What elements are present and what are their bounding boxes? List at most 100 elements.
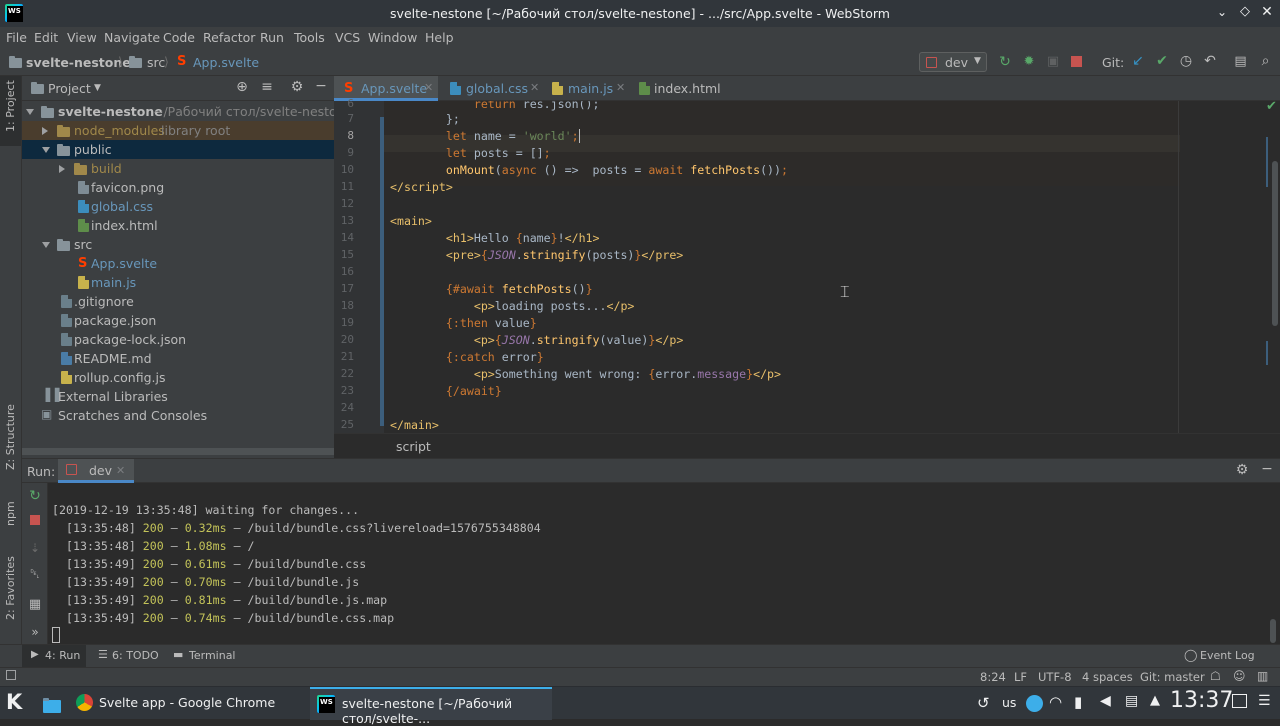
indent-setting[interactable]: 4 spaces xyxy=(1082,670,1133,684)
favorites-tool-label[interactable]: 2: Favorites xyxy=(4,556,17,620)
tree-item-main-js[interactable]: main.js xyxy=(22,273,334,292)
wifi-icon[interactable]: ◠ xyxy=(1049,693,1062,711)
close-tab-icon[interactable]: ✕ xyxy=(116,464,125,477)
battery-icon[interactable]: ▮ xyxy=(1074,693,1082,711)
line-separator[interactable]: LF xyxy=(1014,670,1027,684)
vpn-icon[interactable] xyxy=(1026,695,1043,712)
panel-menu-icon[interactable]: ☰ xyxy=(1258,693,1271,709)
tree-item-package-lock[interactable]: package-lock.json xyxy=(22,330,334,349)
file-manager-icon[interactable] xyxy=(43,698,61,713)
hide-panel-icon[interactable]: − xyxy=(314,78,328,94)
console-scrollbar[interactable] xyxy=(1270,619,1276,643)
file-encoding[interactable]: UTF-8 xyxy=(1038,670,1072,684)
tree-item-rollup-config[interactable]: rollup.config.js xyxy=(22,368,334,387)
inspector-icon[interactable]: ☺ xyxy=(1233,669,1246,683)
run-tab-dev[interactable]: dev ✕ xyxy=(58,459,134,483)
tree-item-gitignore[interactable]: .gitignore xyxy=(22,292,334,311)
menu-tools[interactable]: Tools xyxy=(294,30,325,45)
menu-navigate[interactable]: Navigate xyxy=(104,30,160,45)
trash-icon[interactable]: ␡ xyxy=(28,567,42,582)
tool-windows-icon[interactable] xyxy=(6,670,16,680)
scroll-to-end-icon[interactable]: ⇣ xyxy=(28,541,42,555)
caret-position[interactable]: 8:24 xyxy=(980,670,1006,684)
breadcrumb-project[interactable]: svelte-nestone xyxy=(26,55,131,70)
tool-tab-run[interactable]: ▶ 4: Run xyxy=(22,645,86,667)
maximize-icon[interactable]: ◇ xyxy=(1237,4,1253,19)
coverage-icon[interactable]: ▣ xyxy=(1046,54,1060,69)
keyboard-layout[interactable]: us xyxy=(1002,695,1016,710)
menu-code[interactable]: Code xyxy=(163,30,195,45)
npm-tool-label[interactable]: npm xyxy=(4,501,17,526)
lock-icon[interactable]: ☖ xyxy=(1210,669,1221,683)
debug-icon[interactable]: ✹ xyxy=(1022,54,1036,69)
tree-item-favicon[interactable]: favicon.png xyxy=(22,178,334,197)
close-tab-icon[interactable]: ✕ xyxy=(530,81,539,94)
event-log-tab[interactable]: ◯ Event Log xyxy=(1182,645,1262,667)
project-tool-button[interactable]: 1: Project xyxy=(0,76,21,146)
menu-view[interactable]: View xyxy=(67,30,97,45)
taskbar-webstorm[interactable]: svelte-nestone [~/Рабочий стол/svelte-..… xyxy=(310,687,552,726)
tree-item-root[interactable]: svelte-nestone ~/Рабочий стол/svelte-nes… xyxy=(22,102,352,121)
tab-global-css[interactable]: global.css ✕ xyxy=(438,76,544,101)
console-output[interactable]: [2019-12-19 13:35:48] waiting for change… xyxy=(48,483,1280,644)
hide-panel-icon[interactable]: − xyxy=(1260,461,1274,477)
tree-item-global-css[interactable]: global.css xyxy=(22,197,334,216)
tool-tab-todo[interactable]: ☰ 6: TODO xyxy=(96,645,166,667)
project-view-title[interactable]: Project xyxy=(48,81,91,96)
memory-icon[interactable]: ▥ xyxy=(1257,669,1268,683)
editor-breadcrumb[interactable]: script xyxy=(396,439,431,454)
update-icon[interactable]: ↺ xyxy=(977,694,990,712)
horizontal-scrollbar[interactable] xyxy=(22,448,334,455)
structure-tool-label[interactable]: Z: Structure xyxy=(4,404,17,470)
code-view[interactable]: return res.json(); }; let name = 'world'… xyxy=(384,101,1180,433)
rerun-icon[interactable]: ↻ xyxy=(28,488,42,504)
clock[interactable]: 13:37 xyxy=(1170,688,1233,713)
close-tab-icon[interactable]: ✕ xyxy=(424,81,433,94)
tree-item-build[interactable]: build xyxy=(22,159,334,178)
show-desktop-icon[interactable] xyxy=(1232,694,1247,708)
tree-item-public[interactable]: public xyxy=(22,140,334,159)
tray-expand-icon[interactable]: ▲ xyxy=(1150,693,1160,708)
kde-launcher-icon[interactable]: K xyxy=(6,690,22,714)
git-commit-icon[interactable]: ✔ xyxy=(1155,53,1169,69)
collapse-all-icon[interactable]: ≡ xyxy=(260,79,274,95)
tree-item-node-modules[interactable]: node_modules library root xyxy=(22,121,334,140)
stop-icon[interactable] xyxy=(30,515,40,525)
history-icon[interactable]: ◷ xyxy=(1179,53,1193,69)
tree-item-app-svelte[interactable]: S App.svelte xyxy=(22,254,334,273)
more-icon[interactable]: » xyxy=(28,625,42,639)
gear-icon[interactable]: ⚙ xyxy=(1235,462,1249,478)
tree-item-package-json[interactable]: package.json xyxy=(22,311,334,330)
layout-icon[interactable]: ▦ xyxy=(28,597,42,612)
chevron-down-icon[interactable]: ▼ xyxy=(94,83,101,93)
breadcrumb-file[interactable]: App.svelte xyxy=(193,55,259,70)
tree-item-src[interactable]: src xyxy=(22,235,334,254)
run-config-select[interactable]: dev ▼ xyxy=(919,52,987,72)
rerun-icon[interactable]: ↻ xyxy=(998,54,1012,70)
gear-icon[interactable]: ⚙ xyxy=(290,79,304,95)
stop-icon[interactable] xyxy=(1071,56,1082,67)
tab-index-html[interactable]: index.html xyxy=(631,76,741,101)
rollback-icon[interactable]: ↶ xyxy=(1203,53,1217,69)
git-update-icon[interactable]: ↙ xyxy=(1131,53,1145,69)
menu-vcs[interactable]: VCS xyxy=(335,30,360,45)
tree-item-scratches[interactable]: ▣ Scratches and Consoles xyxy=(22,406,334,425)
volume-icon[interactable]: ◀ xyxy=(1100,693,1111,709)
menu-run[interactable]: Run xyxy=(260,30,284,45)
terminal-toggle-icon[interactable]: ▤ xyxy=(1233,54,1248,69)
git-branch[interactable]: Git: master xyxy=(1140,670,1205,684)
breadcrumb-src[interactable]: src xyxy=(147,55,165,70)
tree-item-index-html[interactable]: index.html xyxy=(22,216,334,235)
tree-item-external-libraries[interactable]: ▐▐ External Libraries xyxy=(22,387,334,406)
tab-main-js[interactable]: main.js ✕ xyxy=(544,76,631,101)
locate-icon[interactable]: ⊕ xyxy=(235,79,249,95)
menu-help[interactable]: Help xyxy=(425,30,454,45)
tree-item-readme[interactable]: README.md xyxy=(22,349,334,368)
close-window-icon[interactable]: ✕ xyxy=(1259,4,1275,20)
tool-tab-terminal[interactable]: ▬ Terminal xyxy=(173,645,243,667)
taskbar-chrome[interactable]: Svelte app - Google Chrome xyxy=(68,687,306,720)
minimize-icon[interactable]: ⌄ xyxy=(1214,5,1230,19)
clipboard-icon[interactable]: ▤ xyxy=(1125,693,1138,709)
menu-edit[interactable]: Edit xyxy=(34,30,58,45)
menu-window[interactable]: Window xyxy=(368,30,417,45)
